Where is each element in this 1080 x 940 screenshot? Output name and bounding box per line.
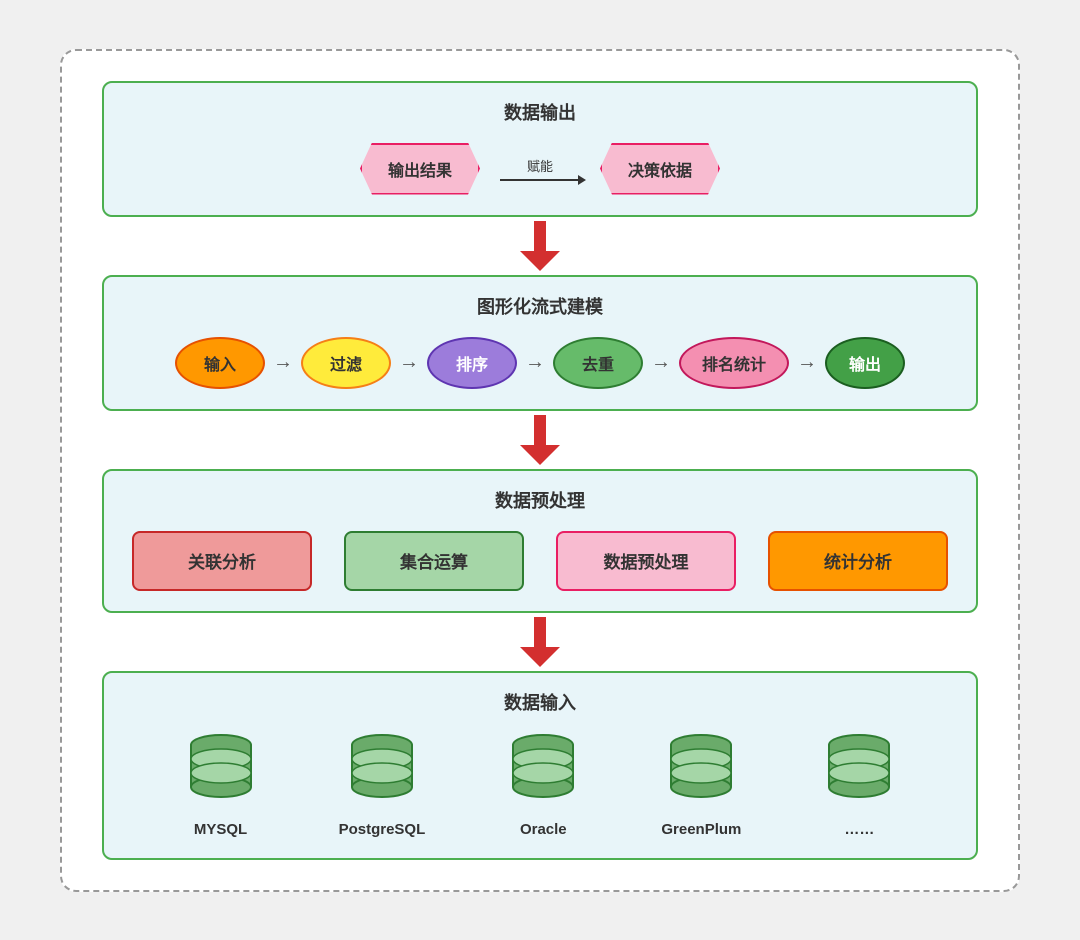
db-icon-greenplum [666,733,736,813]
db-icon-oracle [508,733,578,813]
flow-node-2: 排序 [427,337,517,389]
output-row: 输出结果 赋能 决策依据 [124,143,956,195]
flow-section: 图形化流式建模 输入 → 过滤 → 排序 → 去重 → 排名统计 → 输出 [102,275,978,411]
preprocess-row: 关联分析 集合运算 数据预处理 统计分析 [124,531,956,591]
db-greenplum: GreenPlum [661,733,741,838]
flow-node-3: 去重 [553,337,643,389]
input-section: 数据输入 MYSQL [102,671,978,860]
preprocess-node-1: 集合运算 [344,531,524,591]
db-row: MYSQL PostgreSQL [124,733,956,838]
flow-arrow-0: → [273,351,293,374]
flow-node-0: 输入 [175,337,265,389]
output-node1: 输出结果 [360,143,480,195]
db-icon-postgresql [347,733,417,813]
flow-title: 图形化流式建模 [124,293,956,319]
output-section: 数据输出 输出结果 赋能 决策依据 [102,81,978,217]
flow-arrow-2: → [525,351,545,374]
flow-node-4: 排名统计 [679,337,789,389]
arrow-down-2 [520,415,560,465]
output-node2: 决策依据 [600,143,720,195]
flow-node-1: 过滤 [301,337,391,389]
db-icon-other [824,733,894,813]
flow-row: 输入 → 过滤 → 排序 → 去重 → 排名统计 → 输出 [124,337,956,389]
db-oracle: Oracle [508,733,578,838]
flow-arrow-4: → [797,351,817,374]
preprocess-title: 数据预处理 [124,487,956,513]
preprocess-node-2: 数据预处理 [556,531,736,591]
db-label-oracle: Oracle [520,821,567,838]
db-label-mysql: MYSQL [194,821,247,838]
db-label-greenplum: GreenPlum [661,821,741,838]
flow-node-5: 输出 [825,337,905,389]
db-label-postgresql: PostgreSQL [339,821,426,838]
output-arrow: 赋能 [500,156,580,181]
input-title: 数据输入 [124,689,956,715]
db-icon-mysql [186,733,256,813]
arrow-label-text: 赋能 [527,156,553,175]
preprocess-section: 数据预处理 关联分析 集合运算 数据预处理 统计分析 [102,469,978,613]
preprocess-node-3: 统计分析 [768,531,948,591]
main-diagram: 数据输出 输出结果 赋能 决策依据 图形化流式建模 输入 → 过滤 → 排序 [60,49,1020,892]
preprocess-node-0: 关联分析 [132,531,312,591]
arrow-down-1 [520,221,560,271]
flow-arrow-1: → [399,351,419,374]
output-title: 数据输出 [124,99,956,125]
arrow-line-graphic [500,179,580,181]
db-other: …… [824,733,894,838]
arrow-line [500,179,580,181]
flow-arrow-3: → [651,351,671,374]
db-mysql: MYSQL [186,733,256,838]
db-postgresql: PostgreSQL [339,733,426,838]
arrow-down-3 [520,617,560,667]
db-label-other: …… [844,821,874,838]
